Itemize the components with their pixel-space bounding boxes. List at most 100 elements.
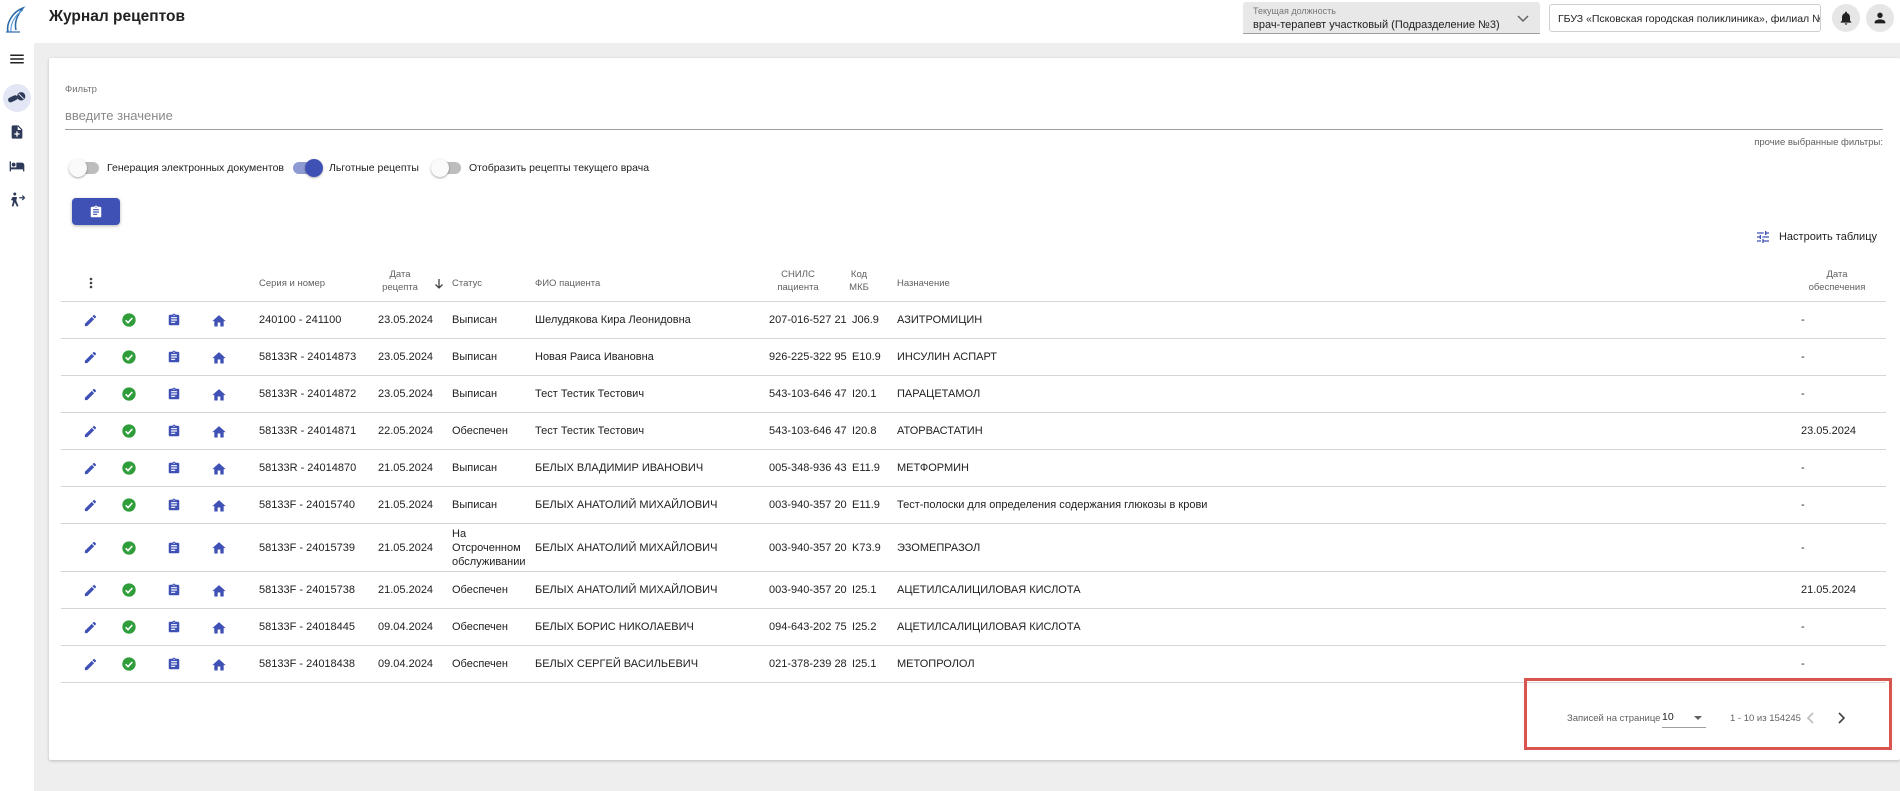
header-mkb[interactable]: Код МКБ xyxy=(847,268,871,294)
header-patient[interactable]: ФИО пациента xyxy=(535,277,600,290)
view-prescription-button[interactable] xyxy=(165,496,183,514)
home-delivery-button[interactable] xyxy=(210,618,228,636)
signed-status-button[interactable] xyxy=(120,618,138,636)
home-delivery-button[interactable] xyxy=(210,655,228,673)
cell-drug: АЗИТРОМИЦИН xyxy=(897,314,983,326)
table-row[interactable]: 58133F - 24015738 21.05.2024 Обеспечен БЕЛЫ… xyxy=(61,572,1886,609)
bed-icon xyxy=(9,161,25,172)
next-page-button[interactable] xyxy=(1830,707,1852,729)
toggle-current-doctor[interactable]: Отобразить рецепты текущего врача xyxy=(431,158,649,178)
cell-drug: МЕТОПРОЛОЛ xyxy=(897,658,975,670)
view-prescription-button[interactable] xyxy=(165,311,183,329)
sidebar-item-documents[interactable] xyxy=(3,118,31,146)
toggle-preferential-prescriptions[interactable]: Льготные рецепты xyxy=(293,158,419,178)
view-prescription-button[interactable] xyxy=(165,422,183,440)
cell-snils: 094-643-202 75 xyxy=(769,621,847,633)
edit-button[interactable] xyxy=(81,618,99,636)
home-delivery-button[interactable] xyxy=(210,581,228,599)
edit-button[interactable] xyxy=(81,348,99,366)
table-row[interactable]: 58133F - 24015740 21.05.2024 Выписан БЕЛЫХ … xyxy=(61,487,1886,524)
home-delivery-button[interactable] xyxy=(210,385,228,403)
table-row[interactable]: 240100 - 241100 23.05.2024 Выписан Шелудяко… xyxy=(61,302,1886,339)
home-delivery-button[interactable] xyxy=(210,496,228,514)
organization-badge[interactable]: ГБУЗ «Псковская городская поликлиника», … xyxy=(1549,4,1821,32)
signed-status-button[interactable] xyxy=(120,496,138,514)
view-prescription-button[interactable] xyxy=(165,459,183,477)
user-profile-button[interactable] xyxy=(1866,4,1894,32)
header-date[interactable]: Дата рецепта xyxy=(379,268,421,294)
signed-status-button[interactable] xyxy=(120,655,138,673)
signed-status-button[interactable] xyxy=(120,539,138,557)
cell-mkb: I25.2 xyxy=(852,621,877,633)
signed-status-button[interactable] xyxy=(120,459,138,477)
sort-arrow-down-icon[interactable] xyxy=(434,278,444,290)
home-icon xyxy=(212,542,226,554)
more-vert-icon xyxy=(89,277,93,289)
view-prescription-button[interactable] xyxy=(165,348,183,366)
sidebar-item-prescriptions[interactable] xyxy=(3,84,31,112)
sidebar-item-accessibility[interactable] xyxy=(3,186,31,214)
view-prescription-button[interactable] xyxy=(165,539,183,557)
home-delivery-button[interactable] xyxy=(210,422,228,440)
edit-button[interactable] xyxy=(81,311,99,329)
previous-page-button[interactable] xyxy=(1800,707,1822,729)
header-supply-date[interactable]: Дата обеспечения xyxy=(1804,268,1870,294)
header-snils[interactable]: СНИЛС пациента xyxy=(773,268,823,294)
configure-table-button[interactable]: Настроить таблицу xyxy=(1755,229,1877,245)
menu-button[interactable] xyxy=(3,45,31,73)
column-menu-button[interactable] xyxy=(82,274,100,292)
header-series[interactable]: Серия и номер xyxy=(259,277,325,290)
signed-status-button[interactable] xyxy=(120,348,138,366)
home-delivery-button[interactable] xyxy=(210,311,228,329)
check-circle-icon xyxy=(122,657,136,671)
edit-icon xyxy=(84,658,96,670)
edit-button[interactable] xyxy=(81,581,99,599)
home-icon xyxy=(212,499,226,511)
clipboard-icon xyxy=(90,205,102,217)
view-prescription-button[interactable] xyxy=(165,655,183,673)
table-row[interactable]: 58133R - 24014872 23.05.2024 Выписан Тест Т… xyxy=(61,376,1886,413)
cell-patient: Шелудякова Кира Леонидовна xyxy=(535,314,691,326)
signed-status-button[interactable] xyxy=(120,422,138,440)
toggle-electronic-docs[interactable]: Генерация электронных документов xyxy=(69,158,284,178)
signed-status-button[interactable] xyxy=(120,581,138,599)
toggle-track xyxy=(293,159,323,177)
cell-supply-date: - xyxy=(1801,314,1805,326)
page-title: Журнал рецептов xyxy=(49,8,186,25)
new-prescription-button[interactable] xyxy=(72,198,120,225)
current-position-select[interactable]: Текущая должность врач-терапевт участков… xyxy=(1243,2,1540,34)
header-status[interactable]: Статус xyxy=(452,277,482,290)
home-delivery-button[interactable] xyxy=(210,348,228,366)
table-row[interactable]: 58133R - 24014871 22.05.2024 Обеспечен Тест… xyxy=(61,413,1886,450)
sidebar-item-hospital[interactable] xyxy=(3,152,31,180)
home-delivery-button[interactable] xyxy=(210,539,228,557)
home-delivery-button[interactable] xyxy=(210,459,228,477)
page-size-select[interactable]: 10 xyxy=(1662,708,1706,728)
table-row[interactable]: 58133F - 24015739 21.05.2024 На Отсроченно… xyxy=(61,524,1886,572)
edit-button[interactable] xyxy=(81,496,99,514)
notifications-button[interactable] xyxy=(1832,4,1860,32)
edit-button[interactable] xyxy=(81,385,99,403)
edit-button[interactable] xyxy=(81,655,99,673)
accessibility-icon xyxy=(11,192,26,207)
signed-status-button[interactable] xyxy=(120,311,138,329)
clipboard-icon xyxy=(168,657,180,670)
view-prescription-button[interactable] xyxy=(165,581,183,599)
view-prescription-button[interactable] xyxy=(165,618,183,636)
edit-button[interactable] xyxy=(81,422,99,440)
edit-button[interactable] xyxy=(81,539,99,557)
page-range-label: 1 - 10 из 154245 xyxy=(1730,713,1801,724)
check-circle-icon xyxy=(122,540,136,555)
clipboard-icon xyxy=(168,424,180,437)
cell-status: На Отсроченном обслуживании xyxy=(452,527,526,568)
table-row[interactable]: 58133R - 24014873 23.05.2024 Выписан Новая … xyxy=(61,339,1886,376)
current-position-label: Текущая должность xyxy=(1253,6,1336,16)
filter-input[interactable] xyxy=(65,102,1883,130)
table-row[interactable]: 58133R - 24014870 21.05.2024 Выписан БЕЛЫХ … xyxy=(61,450,1886,487)
signed-status-button[interactable] xyxy=(120,385,138,403)
header-drug[interactable]: Назначение xyxy=(897,277,950,290)
view-prescription-button[interactable] xyxy=(165,385,183,403)
cell-snils: 003-940-357 20 xyxy=(769,499,847,511)
edit-button[interactable] xyxy=(81,459,99,477)
table-row[interactable]: 58133F - 24018445 09.04.2024 Обеспечен БЕЛЫ… xyxy=(61,609,1886,646)
